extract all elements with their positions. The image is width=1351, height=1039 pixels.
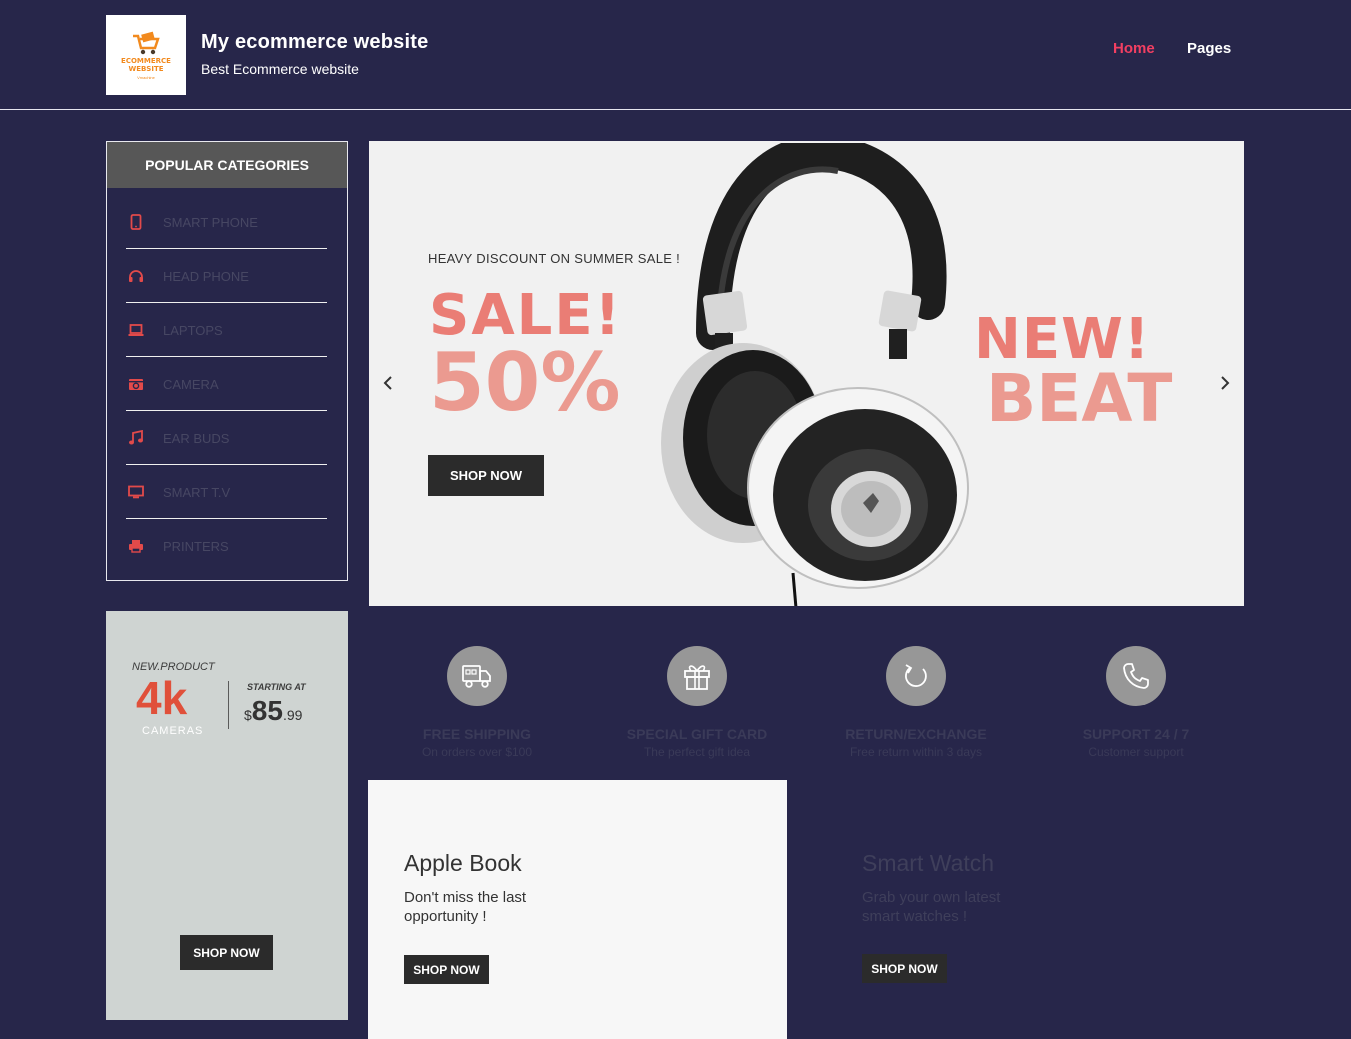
hero-slider: HEAVY DISCOUNT ON SUMMER SALE ! SALE! 50… xyxy=(369,141,1244,606)
promo-desc: Don't miss the last opportunity ! xyxy=(404,889,527,925)
price-cents: .99 xyxy=(282,707,303,723)
starting-at-label: STARTING AT xyxy=(247,682,306,692)
promo-divider xyxy=(228,681,229,729)
music-note-icon xyxy=(127,429,145,447)
smart-watch-shop-now-button[interactable]: SHOP NOW xyxy=(862,954,947,983)
headphone-icon xyxy=(127,267,145,285)
feature-title: SUPPORT 24 / 7 xyxy=(1082,726,1190,742)
hero-shop-now-button[interactable]: SHOP NOW xyxy=(428,455,544,496)
category-camera[interactable]: CAMERA xyxy=(126,357,327,411)
category-label: SMART PHONE xyxy=(163,214,258,230)
tv-icon xyxy=(127,483,145,501)
category-label: EAR BUDS xyxy=(163,430,230,446)
category-label: HEAD PHONE xyxy=(163,268,249,284)
logo-text-line1: ECOMMERCE xyxy=(121,56,171,65)
price-whole: 85 xyxy=(251,695,283,726)
smart-watch-title: Smart Watch xyxy=(862,850,995,876)
feature-desc: Free return within 3 days xyxy=(849,745,983,759)
category-ear-buds[interactable]: EAR BUDS xyxy=(126,411,327,465)
promo-subheadline: CAMERAS xyxy=(142,725,204,737)
category-head-phone[interactable]: HEAD PHONE xyxy=(126,249,327,303)
promo-headline: 4k xyxy=(136,672,188,724)
category-smart-phone[interactable]: SMART PHONE xyxy=(126,195,327,249)
feature-title: SPECIAL GIFT CARD xyxy=(626,726,768,742)
laptop-icon xyxy=(127,321,145,339)
chevron-left-icon[interactable] xyxy=(381,373,395,393)
site-header: ECOMMERCE WEBSITE Vmachine My ecommerce … xyxy=(0,0,1351,110)
refresh-icon xyxy=(886,646,946,706)
chevron-right-icon[interactable] xyxy=(1218,373,1232,393)
gift-icon xyxy=(667,646,727,706)
camera-icon xyxy=(127,375,145,393)
nav-home-link[interactable]: Home xyxy=(1113,40,1155,57)
category-label: PRINTERS xyxy=(163,538,229,554)
site-logo[interactable]: ECOMMERCE WEBSITE Vmachine xyxy=(106,15,186,95)
apple-book-shop-now-button[interactable]: SHOP NOW xyxy=(404,955,489,984)
feature-title: RETURN/EXCHANGE xyxy=(845,726,987,742)
popular-categories-panel: POPULAR CATEGORIES SMART PHONE HEAD PHON… xyxy=(106,141,348,581)
feature-desc: On orders over $100 xyxy=(421,745,533,759)
headphones-product-image xyxy=(661,143,969,606)
apple-book-promo: Apple Book Don't miss the last opportuni… xyxy=(368,780,787,1039)
categories-heading: POPULAR CATEGORIES xyxy=(107,142,347,188)
category-label: CAMERA xyxy=(163,376,219,392)
category-printers[interactable]: PRINTERS xyxy=(126,519,327,573)
feature-free-shipping: FREE SHIPPING On orders over $100 xyxy=(377,646,577,759)
truck-icon xyxy=(447,646,507,706)
feature-support: SUPPORT 24 / 7 Customer support xyxy=(1036,646,1236,759)
price-currency: $ xyxy=(244,707,252,723)
camera-shop-now-button[interactable]: SHOP NOW xyxy=(180,935,273,970)
promo-price: $85.99 xyxy=(244,695,302,727)
hero-subtitle: HEAVY DISCOUNT ON SUMMER SALE ! xyxy=(428,251,681,266)
promo-title: Apple Book xyxy=(404,850,522,876)
phone-icon xyxy=(1106,646,1166,706)
feature-desc: Customer support xyxy=(1088,745,1184,759)
smartphone-icon xyxy=(127,213,145,231)
printer-icon xyxy=(127,537,145,555)
feature-return-exchange: RETURN/EXCHANGE Free return within 3 day… xyxy=(816,646,1016,759)
hero-beat-text: BEAT xyxy=(986,360,1173,437)
hero-percent-text: 50% xyxy=(429,336,621,429)
category-label: SMART T.V xyxy=(163,484,231,500)
feature-gift-card: SPECIAL GIFT CARD The perfect gift idea xyxy=(597,646,797,759)
category-label: LAPTOPS xyxy=(163,322,223,338)
site-tagline: Best Ecommerce website xyxy=(201,61,359,77)
category-laptops[interactable]: LAPTOPS xyxy=(126,303,327,357)
category-smart-tv[interactable]: SMART T.V xyxy=(126,465,327,519)
site-title[interactable]: My ecommerce website xyxy=(201,31,428,54)
feature-desc: The perfect gift idea xyxy=(643,745,751,759)
camera-promo-banner: NEW.PRODUCT 4k CAMERAS STARTING AT $85.9… xyxy=(106,611,348,1020)
cart-logo-icon xyxy=(133,31,160,54)
feature-title: FREE SHIPPING xyxy=(422,726,532,742)
logo-text-line2: WEBSITE xyxy=(128,64,164,73)
logo-subtext: Vmachine xyxy=(137,74,155,80)
smart-watch-desc: Grab your own latest smart watches ! xyxy=(862,889,1001,925)
nav-pages-link[interactable]: Pages xyxy=(1187,40,1231,57)
